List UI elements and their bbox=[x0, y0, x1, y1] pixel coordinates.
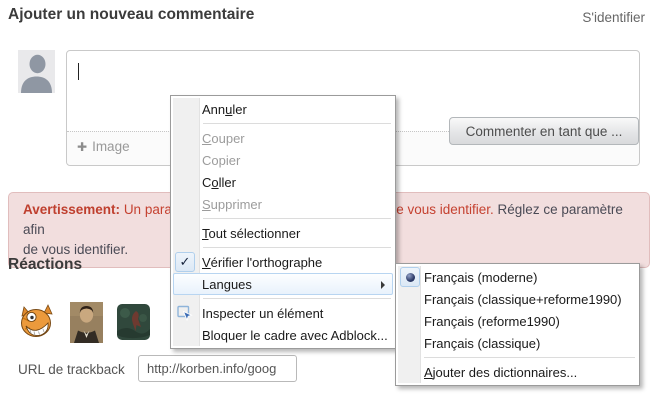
reaction-avatar-cat[interactable] bbox=[17, 302, 56, 342]
comment-submit-button[interactable]: Commenter en tant que ... bbox=[449, 117, 639, 145]
user-avatar bbox=[18, 50, 55, 93]
checkmark-icon: ✓ bbox=[175, 252, 195, 272]
reaction-avatar-artwork[interactable] bbox=[117, 304, 150, 340]
menu-item-bloquer-adblock[interactable]: Bloquer le cadre avec Adblock... bbox=[173, 324, 393, 346]
signin-link[interactable]: S'identifier bbox=[582, 10, 645, 25]
menu-separator bbox=[203, 123, 391, 124]
add-image-button[interactable]: ✚Image bbox=[77, 139, 130, 154]
menu-item-francais-moderne[interactable]: Français (moderne) bbox=[398, 266, 637, 288]
language-submenu: Français (moderne)Français (classique+re… bbox=[395, 263, 640, 386]
menu-item-coller[interactable]: Coller bbox=[173, 171, 393, 193]
plus-icon: ✚ bbox=[77, 140, 87, 154]
menu-separator bbox=[424, 357, 635, 358]
menu-item-copier: Copier bbox=[173, 149, 393, 171]
menu-item-francais-classique[interactable]: Français (classique) bbox=[398, 332, 637, 354]
submenu-arrow-icon bbox=[381, 281, 385, 289]
person-silhouette-icon bbox=[18, 50, 55, 93]
inspect-icon bbox=[177, 305, 193, 321]
page-title: Ajouter un nouveau commentaire bbox=[8, 6, 254, 24]
reactions-title: Réactions bbox=[8, 256, 82, 274]
menu-item-francais-classique-reforme1990[interactable]: Français (classique+reforme1990) bbox=[398, 288, 637, 310]
context-menu: Annuler CouperCopierCollerSupprimer Tout s… bbox=[170, 95, 396, 349]
trackback-label: URL de trackback bbox=[18, 362, 125, 377]
menu-item-tout-selectionner[interactable]: Tout sélectionner bbox=[173, 222, 393, 244]
menu-item-ajouter-dictionnaires[interactable]: Ajouter des dictionnaires... bbox=[398, 361, 637, 383]
menu-item-annuler[interactable]: Annuler bbox=[173, 98, 393, 120]
warning-label: Avertissement: bbox=[23, 202, 120, 217]
menu-separator bbox=[203, 218, 391, 219]
radio-selected-icon bbox=[400, 267, 420, 287]
menu-item-francais-reforme1990[interactable]: Français (reforme1990) bbox=[398, 310, 637, 332]
trackback-url-input[interactable] bbox=[138, 355, 297, 382]
menu-item-inspecter-element[interactable]: Inspecter un élément bbox=[173, 302, 393, 324]
text-caret bbox=[78, 63, 79, 80]
menu-item-verifier-orthographe[interactable]: ✓Vérifier l'orthographe bbox=[173, 251, 393, 273]
menu-item-supprimer: Supprimer bbox=[173, 193, 393, 215]
menu-separator bbox=[203, 298, 391, 299]
menu-item-couper: Couper bbox=[173, 127, 393, 149]
warning-dark-text-2: de vous identifier. bbox=[23, 242, 128, 257]
menu-item-langues[interactable]: Langues bbox=[173, 273, 393, 295]
menu-separator bbox=[203, 247, 391, 248]
reaction-avatar-man[interactable] bbox=[70, 302, 103, 343]
